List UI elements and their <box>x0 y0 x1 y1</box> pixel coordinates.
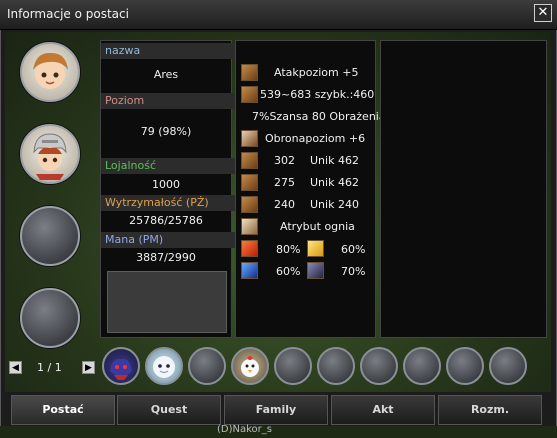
tab-act[interactable]: Akt <box>331 395 435 425</box>
level-label: Poziom <box>101 93 235 109</box>
pet-slot-10[interactable] <box>489 347 527 385</box>
right-panel <box>380 40 547 338</box>
magic-defense-icon <box>241 196 258 213</box>
close-icon[interactable]: ✕ <box>534 4 552 22</box>
loyalty-value: 1000 <box>152 178 180 191</box>
footer-text: (D)Nakor_s <box>217 424 272 435</box>
footer-strip <box>0 426 557 438</box>
dragon-pet-icon <box>110 358 132 380</box>
character-avatar-icon <box>33 52 68 89</box>
defense-icon <box>241 130 258 147</box>
defense-level: Obronapoziom +6 <box>265 132 366 145</box>
yeti-pet-icon <box>153 356 175 378</box>
name-label: nazwa <box>101 43 235 59</box>
pet-slot-1[interactable] <box>102 347 140 385</box>
portrait-slot-3[interactable] <box>20 206 80 266</box>
crit-info: 7%Szansa 80 Obrażenia <box>252 110 386 123</box>
ranged-defense-icon <box>241 174 258 191</box>
pet-slot-8[interactable] <box>403 347 441 385</box>
tab-quest[interactable]: Quest <box>117 395 221 425</box>
water-resist: 60% <box>276 265 301 278</box>
melee-defense-value: 302 <box>274 154 295 167</box>
pet-slot-9[interactable] <box>446 347 484 385</box>
mp-value: 3887/2990 <box>136 251 196 264</box>
tab-talk[interactable]: Rozm. <box>438 395 542 425</box>
name-value: Ares <box>153 68 179 81</box>
element-icon <box>241 218 258 235</box>
hp-label: Wytrzymałość (PŻ) <box>101 195 235 211</box>
page-indicator: 1 / 1 <box>37 361 62 374</box>
melee-defense-icon <box>241 152 258 169</box>
fire-resist: 80% <box>276 243 301 256</box>
knight-avatar-icon <box>33 133 67 180</box>
light-resist: 60% <box>341 243 366 256</box>
level-value: 79 (98%) <box>140 125 192 138</box>
next-page-button[interactable]: ▶ <box>82 361 95 374</box>
window-title: Informacje o postaci <box>7 7 129 21</box>
water-icon <box>241 262 258 279</box>
pet-slot-7[interactable] <box>360 347 398 385</box>
sword-icon <box>241 86 258 103</box>
pet-slot-5[interactable] <box>274 347 312 385</box>
dark-icon <box>307 262 324 279</box>
element-title: Atrybut ognia <box>280 220 355 233</box>
tab-character[interactable]: Postać <box>11 395 115 425</box>
pet-slot-3[interactable] <box>188 347 226 385</box>
portrait-slot-4[interactable] <box>20 288 80 348</box>
attack-icon <box>241 64 258 81</box>
attack-range: 539~683 szybk.:460 <box>260 88 375 101</box>
ranged-defense-value: 275 <box>274 176 295 189</box>
pet-slot-4[interactable] <box>231 347 269 385</box>
attack-level: Atakpoziom +5 <box>274 66 359 79</box>
pet-slot-6[interactable] <box>317 347 355 385</box>
magic-dodge-value: Unik 240 <box>310 198 359 211</box>
dark-resist: 70% <box>341 265 366 278</box>
portrait-slot-2[interactable] <box>20 124 80 184</box>
empty-info-box <box>107 271 227 333</box>
light-icon <box>307 240 324 257</box>
portrait-slot-1[interactable] <box>20 42 80 102</box>
chicken-pet-icon <box>241 356 259 377</box>
fire-icon <box>241 240 258 257</box>
mp-label: Mana (PM) <box>101 232 235 248</box>
prev-page-button[interactable]: ◀ <box>9 361 22 374</box>
tab-family[interactable]: Family <box>224 395 328 425</box>
melee-dodge-value: Unik 462 <box>310 154 359 167</box>
ranged-dodge-value: Unik 462 <box>310 176 359 189</box>
hp-value: 25786/25786 <box>129 214 203 227</box>
pet-slot-2[interactable] <box>145 347 183 385</box>
magic-defense-value: 240 <box>274 198 295 211</box>
loyalty-label: Lojalność <box>101 158 235 174</box>
